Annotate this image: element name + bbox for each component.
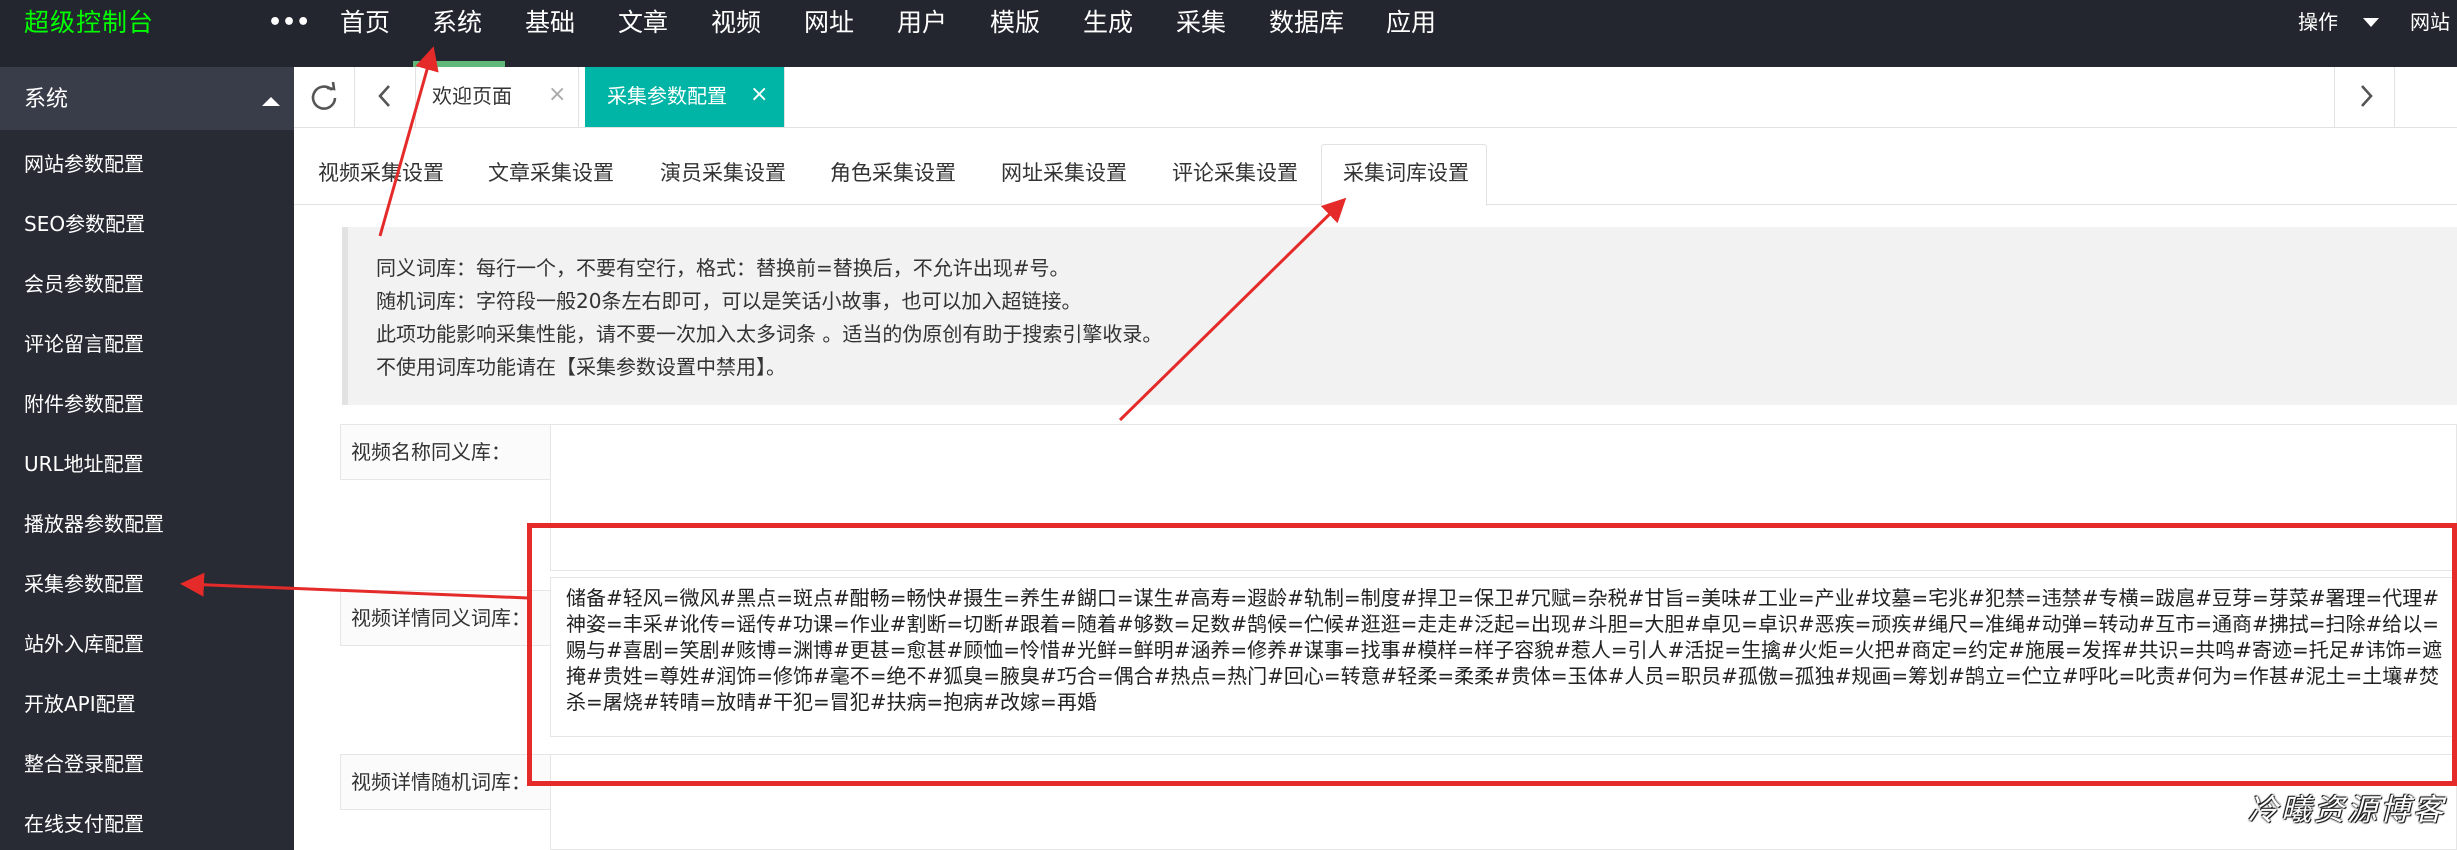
tab-next-button[interactable] [2334, 67, 2395, 127]
field-label: 视频名称同义库： [351, 440, 511, 464]
refresh-button[interactable] [294, 67, 355, 127]
subtab-website-collect[interactable]: 网址采集设置 [1001, 160, 1127, 186]
help-notice: 同义词库：每行一个，不要有空行，格式：替换前=替换后，不允许出现#号。 随机词库… [342, 227, 2457, 405]
tab-welcome[interactable]: 欢迎页面 × [416, 67, 579, 127]
sidebar-item-url-config[interactable]: URL地址配置 [24, 452, 144, 476]
close-icon[interactable]: × [548, 82, 566, 108]
nav-item-video[interactable]: 视频 [711, 8, 761, 38]
nav-item-article[interactable]: 文章 [618, 8, 668, 38]
sidebar-item-site-params[interactable]: 网站参数配置 [24, 152, 144, 176]
watermark: 冷曦资源博客 [2248, 793, 2446, 828]
sidebar-group-title: 系统 [24, 87, 69, 112]
detail-random-label: 视频详情随机词库： [340, 754, 552, 810]
nav-item-generate[interactable]: 生成 [1083, 8, 1133, 38]
nav-item-user[interactable]: 用户 [897, 8, 947, 38]
collect-settings-tabs: 视频采集设置 文章采集设置 演员采集设置 角色采集设置 网址采集设置 评论采集设… [294, 128, 2457, 206]
sidebar-item-attachment-params[interactable]: 附件参数配置 [24, 392, 144, 416]
name-synonym-label: 视频名称同义库： [340, 424, 552, 480]
sidebar-group-header[interactable]: 系统 [0, 67, 294, 130]
operate-menu[interactable]: 操作 [2298, 10, 2338, 34]
field-label: 视频详情随机词库： [351, 770, 531, 794]
more-menu-icon[interactable]: ••• [268, 8, 310, 38]
notice-line: 不使用词库功能请在【采集参数设置中禁用】。 [376, 355, 786, 379]
caret-down-icon[interactable] [2363, 18, 2379, 27]
nav-item-template[interactable]: 模版 [990, 8, 1040, 38]
nav-item-basic[interactable]: 基础 [525, 8, 575, 38]
sidebar-item-online-payment[interactable]: 在线支付配置 [24, 812, 144, 836]
subtab-word-library[interactable]: 采集词库设置 [1343, 160, 1469, 186]
detail-synonym-label: 视频详情同义词库： [340, 590, 552, 646]
sidebar-item-collect-params[interactable]: 采集参数配置 [24, 572, 144, 596]
sidebar-item-seo-params[interactable]: SEO参数配置 [24, 212, 145, 236]
field-label: 视频详情同义词库： [351, 606, 531, 630]
chevron-right-icon [2361, 85, 2373, 107]
highlight-box [527, 523, 2457, 786]
sidebar-item-login-integration[interactable]: 整合登录配置 [24, 752, 144, 776]
nav-item-collect[interactable]: 采集 [1176, 8, 1226, 38]
tab-label: 欢迎页面 [432, 84, 512, 108]
caret-up-icon [262, 97, 280, 106]
sidebar-item-member-params[interactable]: 会员参数配置 [24, 272, 144, 296]
site-menu[interactable]: 网站 [2410, 10, 2450, 34]
nav-item-system[interactable]: 系统 [432, 8, 482, 38]
nav-item-home[interactable]: 首页 [340, 8, 390, 38]
subtab-article-collect[interactable]: 文章采集设置 [488, 160, 614, 186]
tab-collect-params[interactable]: 采集参数配置 × [585, 67, 785, 127]
notice-line: 此项功能影响采集性能，请不要一次加入太多词条 。适当的伪原创有助于搜索引擎收录。 [376, 322, 1163, 346]
sidebar: 系统 网站参数配置 SEO参数配置 会员参数配置 评论留言配置 附件参数配置 U… [0, 67, 294, 850]
sidebar-item-external-import[interactable]: 站外入库配置 [24, 632, 144, 656]
close-icon[interactable]: × [750, 82, 768, 108]
notice-line: 同义词库：每行一个，不要有空行，格式：替换前=替换后，不允许出现#号。 [376, 256, 1070, 280]
nav-item-app[interactable]: 应用 [1386, 8, 1436, 38]
nav-item-database[interactable]: 数据库 [1269, 8, 1344, 38]
page-tab-bar: 欢迎页面 × 采集参数配置 × [294, 67, 2457, 128]
subtab-comment-collect[interactable]: 评论采集设置 [1172, 160, 1298, 186]
sidebar-item-comment-config[interactable]: 评论留言配置 [24, 332, 144, 356]
app-logo[interactable]: 超级控制台 [24, 8, 154, 38]
subtab-actor-collect[interactable]: 演员采集设置 [660, 160, 786, 186]
subtab-video-collect[interactable]: 视频采集设置 [318, 160, 444, 186]
refresh-icon [311, 81, 337, 110]
subtab-role-collect[interactable]: 角色采集设置 [830, 160, 956, 186]
chevron-left-icon [378, 85, 390, 107]
sidebar-item-player-params[interactable]: 播放器参数配置 [24, 512, 164, 536]
sidebar-item-open-api[interactable]: 开放API配置 [24, 692, 136, 716]
tab-prev-button[interactable] [355, 67, 416, 127]
top-navbar: 超级控制台 ••• 首页 系统 基础 文章 视频 网址 用户 模版 生成 采集 … [0, 0, 2457, 67]
nav-item-website[interactable]: 网址 [804, 8, 854, 38]
notice-line: 随机词库：字符段一般20条左右即可，可以是笑话小故事，也可以加入超链接。 [376, 289, 1082, 313]
tab-label: 采集参数配置 [607, 84, 727, 108]
